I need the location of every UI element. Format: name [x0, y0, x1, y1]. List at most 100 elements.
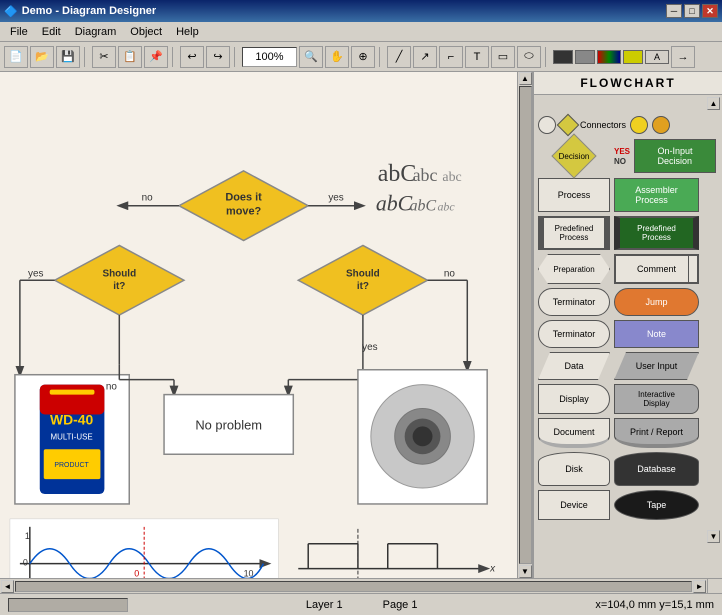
- menu-diagram[interactable]: Diagram: [69, 24, 123, 40]
- page-label: Page 1: [383, 599, 418, 611]
- jump-shape[interactable]: Jump: [614, 288, 699, 316]
- minimize-button[interactable]: ─: [666, 4, 682, 18]
- svg-text:no: no: [444, 268, 456, 279]
- scroll-left-button[interactable]: ◄: [1, 580, 14, 593]
- zoom-input[interactable]: [242, 47, 297, 67]
- svg-text:PRODUCT: PRODUCT: [54, 462, 89, 469]
- rect-tool-button[interactable]: ▭: [491, 46, 515, 68]
- h-scroll-track[interactable]: [15, 581, 692, 592]
- connector-circle3[interactable]: [652, 116, 670, 134]
- preparation-row: Preparation Comment: [538, 254, 718, 284]
- save-button[interactable]: 💾: [56, 46, 80, 68]
- select-tool-button[interactable]: ⊕: [351, 46, 375, 68]
- zoom-out-button[interactable]: 🔍: [299, 46, 323, 68]
- new-button[interactable]: 📄: [4, 46, 28, 68]
- svg-text:x: x: [489, 564, 496, 575]
- svg-text:abC: abC: [378, 161, 416, 187]
- text-style[interactable]: A: [645, 50, 669, 64]
- scroll-down-button[interactable]: ▼: [519, 565, 532, 578]
- connectors-label: Connectors: [580, 120, 626, 130]
- predefined-green-shape[interactable]: PredefinedProcess: [614, 216, 699, 250]
- svg-text:S₂: S₂: [399, 577, 412, 578]
- connector-circle2[interactable]: [630, 116, 648, 134]
- line-style-1[interactable]: [553, 50, 573, 64]
- statusbar: Layer 1 Page 1 x=104,0 mm y=15,1 mm: [0, 593, 722, 615]
- canvas-area[interactable]: Does it move? no yes Should it? yes Shou…: [0, 72, 517, 578]
- vertical-scrollbar[interactable]: ▲ ▼: [517, 72, 532, 578]
- user-input-shape[interactable]: User Input: [614, 352, 699, 380]
- sep5: [545, 47, 549, 67]
- copy-button[interactable]: 📋: [118, 46, 142, 68]
- decision-shape[interactable]: Decision: [538, 138, 610, 174]
- color-picker[interactable]: [597, 50, 621, 64]
- fill-color[interactable]: [623, 50, 643, 64]
- connectors-row: Connectors: [538, 116, 718, 134]
- menu-edit[interactable]: Edit: [36, 24, 67, 40]
- svg-text:abC: abC: [376, 192, 413, 216]
- data-row: Data User Input: [538, 352, 718, 380]
- scroll-corner: [707, 578, 722, 593]
- ellipse-tool-button[interactable]: ⬭: [517, 46, 541, 68]
- menu-help[interactable]: Help: [170, 24, 205, 40]
- preparation-shape[interactable]: Preparation: [538, 254, 610, 284]
- svg-text:0: 0: [134, 569, 139, 578]
- panel-content: Connectors Decision YES NO On-InputDecis…: [534, 112, 722, 528]
- terminator-shape[interactable]: Terminator: [538, 288, 610, 316]
- print-shape[interactable]: Print / Report: [614, 418, 699, 448]
- note-row: Terminator Note: [538, 320, 718, 348]
- titlebar: 🔷 Demo - Diagram Designer ─ □ ✕: [0, 0, 722, 22]
- sep1: [84, 47, 88, 67]
- disk-shape[interactable]: Disk: [538, 452, 610, 486]
- app-title: Demo - Diagram Designer: [22, 5, 156, 17]
- scroll-up-button[interactable]: ▲: [519, 72, 532, 85]
- maximize-button[interactable]: □: [684, 4, 700, 18]
- on-input-shape[interactable]: On-InputDecision: [634, 139, 716, 173]
- menu-object[interactable]: Object: [124, 24, 168, 40]
- undo-button[interactable]: ↩: [180, 46, 204, 68]
- arrow-right-button[interactable]: →: [671, 46, 695, 68]
- svg-text:No problem: No problem: [195, 417, 262, 432]
- svg-text:Should: Should: [346, 268, 380, 279]
- predefined-row: PredefinedProcess PredefinedProcess: [538, 216, 718, 250]
- comment-shape[interactable]: Comment: [614, 254, 699, 284]
- device-shape[interactable]: Device: [538, 490, 610, 520]
- open-button[interactable]: 📂: [30, 46, 54, 68]
- arrow-tool-button[interactable]: ↗: [413, 46, 437, 68]
- svg-text:0: 0: [23, 558, 28, 568]
- panel-scroll-down[interactable]: ▼: [707, 530, 720, 543]
- line-tool-button[interactable]: ╱: [387, 46, 411, 68]
- note-shape[interactable]: Note: [614, 320, 699, 348]
- horizontal-scrollbar[interactable]: ◄ ►: [0, 578, 707, 593]
- scroll-right-button[interactable]: ►: [693, 580, 706, 593]
- cut-button[interactable]: ✂: [92, 46, 116, 68]
- connector-circle[interactable]: [538, 116, 556, 134]
- scroll-track[interactable]: [519, 86, 532, 564]
- line-style-2[interactable]: [575, 50, 595, 64]
- menu-file[interactable]: File: [4, 24, 34, 40]
- connector-diamond[interactable]: [557, 114, 580, 137]
- interactive-shape[interactable]: InteractiveDisplay: [614, 384, 699, 414]
- paste-button[interactable]: 📌: [144, 46, 168, 68]
- database-shape[interactable]: Database: [614, 452, 699, 486]
- tape-shape[interactable]: Tape: [614, 490, 699, 520]
- sep2: [172, 47, 176, 67]
- svg-text:abc: abc: [413, 165, 438, 185]
- hand-tool-button[interactable]: ✋: [325, 46, 349, 68]
- close-button[interactable]: ✕: [702, 4, 718, 18]
- data-shape[interactable]: Data: [538, 352, 610, 380]
- document-shape[interactable]: Document: [538, 418, 610, 448]
- corner-tool-button[interactable]: ⌐: [439, 46, 463, 68]
- main-content: Does it move? no yes Should it? yes Shou…: [0, 72, 722, 578]
- panel-scroll-up[interactable]: ▲: [707, 97, 720, 110]
- process-shape[interactable]: Process: [538, 178, 610, 212]
- predefined-shape[interactable]: PredefinedProcess: [538, 216, 610, 250]
- process-row: Process AssemblerProcess: [538, 178, 718, 212]
- svg-text:abC: abC: [410, 198, 437, 215]
- terminator2-shape[interactable]: Terminator: [538, 320, 610, 348]
- text-tool-button[interactable]: T: [465, 46, 489, 68]
- assembler-shape[interactable]: AssemblerProcess: [614, 178, 699, 212]
- diagram-canvas: Does it move? no yes Should it? yes Shou…: [0, 72, 517, 578]
- device-row: Device Tape: [538, 490, 718, 520]
- display-shape[interactable]: Display: [538, 384, 610, 414]
- redo-button[interactable]: ↪: [206, 46, 230, 68]
